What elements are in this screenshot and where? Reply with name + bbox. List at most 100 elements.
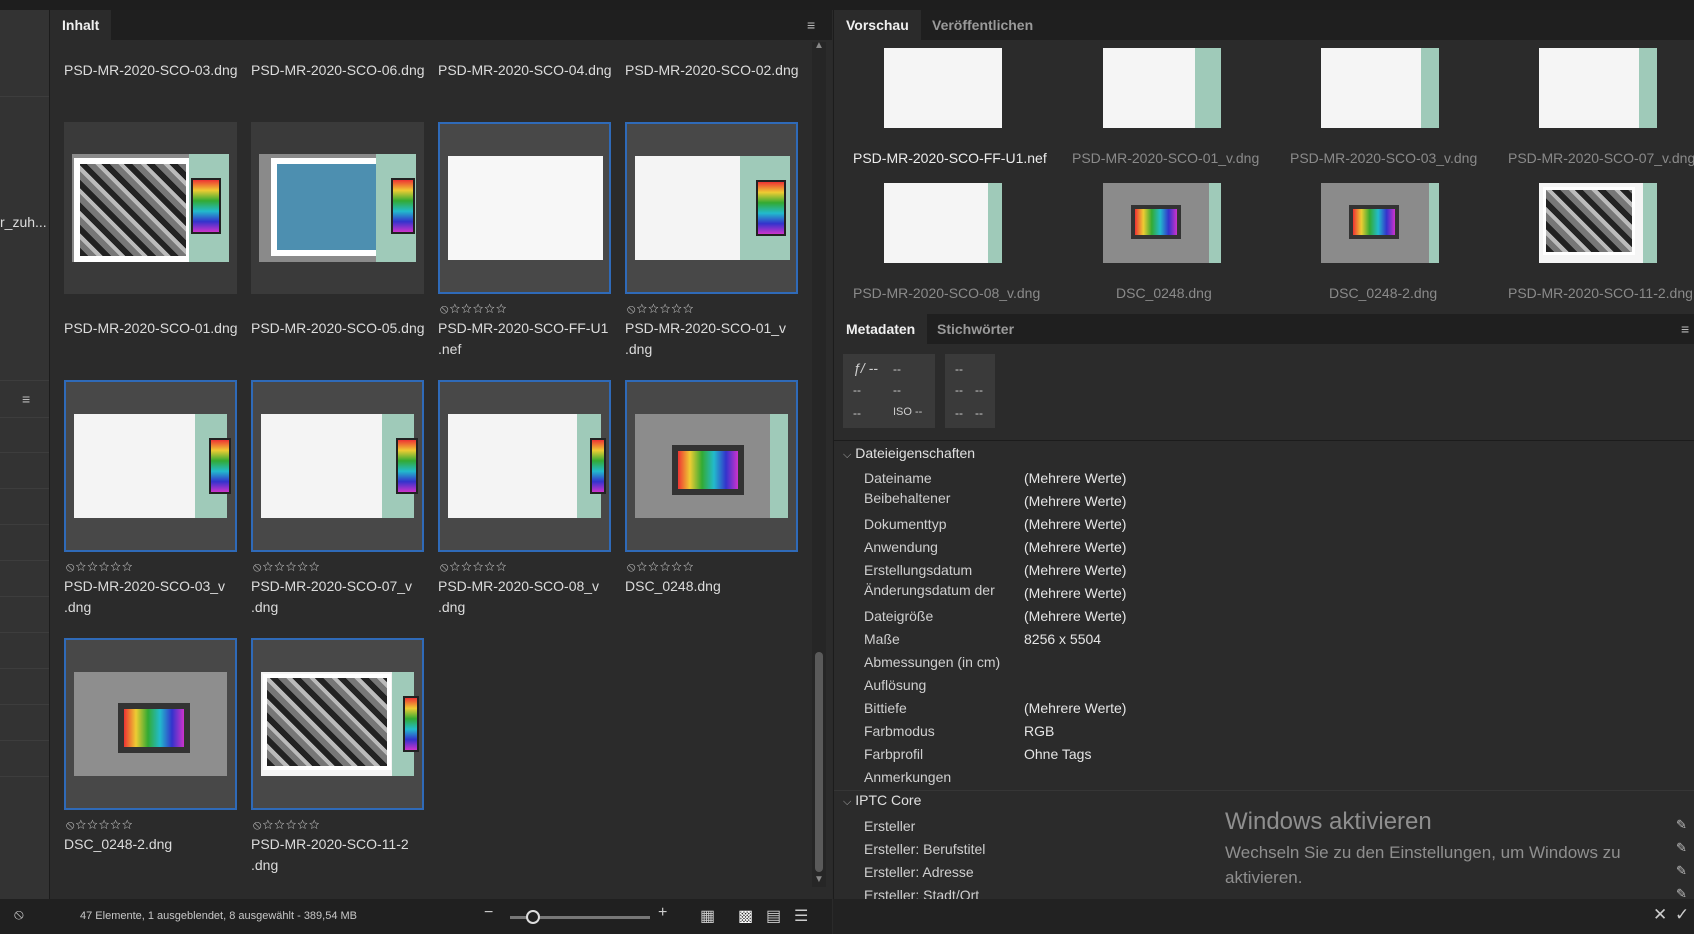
thumbnail-selected[interactable] [251, 638, 424, 810]
tab-metadaten[interactable]: Metadaten [834, 314, 928, 344]
section-title: IPTC Core [855, 792, 922, 808]
details-view-icon[interactable]: ▤ [766, 906, 781, 926]
file-label-ext[interactable]: .nef [438, 339, 461, 360]
pencil-icon[interactable]: ✎ [1676, 840, 1687, 856]
exif-value: -- [955, 406, 963, 420]
windows-activation-text: Wechseln Sie zu den Einstellungen, um Wi… [1225, 843, 1621, 887]
file-label[interactable]: PSD-MR-2020-SCO-02.dng [625, 60, 799, 81]
meta-value[interactable]: (Mehrere Werte) [1024, 539, 1126, 555]
content-panel-menu-icon[interactable]: ≡ [807, 17, 815, 33]
file-label-ext[interactable]: .dng [251, 855, 278, 876]
file-label[interactable]: PSD-MR-2020-SCO-03_v [64, 576, 225, 597]
left-folder-label[interactable]: r_zuh... [0, 214, 47, 230]
preview-thumb[interactable] [884, 48, 1002, 128]
meta-value[interactable]: (Mehrere Werte) [1024, 585, 1126, 601]
thumbnail-selected[interactable] [64, 638, 237, 810]
left-panel-menu-icon[interactable]: ≡ [22, 391, 30, 407]
preview-thumb[interactable] [1321, 183, 1439, 263]
thumbnail-selected[interactable] [438, 122, 611, 294]
preview-label: PSD-MR-2020-SCO-01_v.dng [1072, 150, 1260, 166]
file-label[interactable]: PSD-MR-2020-SCO-05.dng [251, 318, 425, 339]
meta-key: Beibehaltener [864, 490, 951, 506]
rating-stars[interactable]: ⦸☆☆☆☆☆ [440, 301, 508, 317]
file-label[interactable]: PSD-MR-2020-SCO-03.dng [64, 60, 238, 81]
list-view-icon[interactable]: ☰ [794, 906, 808, 926]
slider-knob[interactable] [526, 910, 540, 924]
file-label-ext[interactable]: .dng [625, 339, 652, 360]
meta-value[interactable]: Ohne Tags [1024, 746, 1091, 762]
zoom-in-icon[interactable]: + [658, 904, 667, 922]
file-label-ext[interactable]: .dng [251, 597, 278, 618]
file-label[interactable]: DSC_0248-2.dng [64, 834, 172, 855]
rating-stars[interactable]: ⦸☆☆☆☆☆ [627, 559, 695, 575]
exif-value: -- [955, 362, 963, 376]
preview-thumb[interactable] [1103, 183, 1221, 263]
rating-stars[interactable]: ⦸☆☆☆☆☆ [66, 817, 134, 833]
no-filter-icon[interactable]: ⦸ [14, 906, 24, 923]
thumbnail-color-photo[interactable] [251, 122, 424, 294]
apply-check-icon[interactable]: ✓ [1675, 905, 1689, 925]
thumbnail-selected[interactable] [251, 380, 424, 552]
zoom-out-icon[interactable]: − [484, 904, 493, 922]
cancel-icon[interactable]: ✕ [1653, 905, 1667, 925]
scroll-down-icon[interactable]: ▼ [814, 874, 824, 885]
meta-value[interactable]: 8256 x 5504 [1024, 631, 1101, 647]
file-label[interactable]: PSD-MR-2020-SCO-08_v [438, 576, 599, 597]
section-iptc-core[interactable]: ⌵ IPTC Core [843, 792, 921, 809]
file-label[interactable]: PSD-MR-2020-SCO-07_v [251, 576, 412, 597]
preview-thumb[interactable] [1103, 48, 1221, 128]
preview-thumb[interactable] [1539, 183, 1657, 263]
thumbnail-selected[interactable] [438, 380, 611, 552]
thumbnail-selected[interactable] [64, 380, 237, 552]
tab-inhalt[interactable]: Inhalt [50, 10, 112, 40]
grid-lock-icon[interactable]: ▦ [700, 906, 715, 926]
preview-thumb[interactable] [884, 183, 1002, 263]
file-label[interactable]: PSD-MR-2020-SCO-04.dng [438, 60, 612, 81]
tab-vorschau[interactable]: Vorschau [834, 10, 921, 40]
file-label-ext[interactable]: .dng [438, 597, 465, 618]
rating-stars[interactable]: ⦸☆☆☆☆☆ [440, 559, 508, 575]
preview-thumb[interactable] [1321, 48, 1439, 128]
meta-value[interactable]: RGB [1024, 723, 1054, 739]
exif-value: -- [853, 383, 861, 397]
thumbnail-selected[interactable] [625, 122, 798, 294]
meta-value[interactable]: (Mehrere Werte) [1024, 493, 1126, 509]
file-label[interactable]: PSD-MR-2020-SCO-11-2 [251, 834, 409, 855]
tab-veroeffentlichen[interactable]: Veröffentlichen [920, 10, 1045, 40]
file-label[interactable]: PSD-MR-2020-SCO-FF-U1 [438, 318, 608, 339]
pencil-icon[interactable]: ✎ [1676, 817, 1687, 833]
meta-value[interactable]: (Mehrere Werte) [1024, 470, 1126, 486]
scrollbar-thumb[interactable] [815, 652, 823, 872]
scroll-up-icon[interactable]: ▲ [814, 40, 824, 51]
thumbnail-selected[interactable] [625, 380, 798, 552]
section-dateieigenschaften[interactable]: ⌵ Dateieigenschaften [843, 445, 975, 462]
rating-stars[interactable]: ⦸☆☆☆☆☆ [627, 301, 695, 317]
left-divider [0, 668, 49, 669]
rating-stars[interactable]: ⦸☆☆☆☆☆ [66, 559, 134, 575]
content-scrollbar[interactable]: ▲ ▼ [812, 40, 826, 887]
meta-value[interactable]: (Mehrere Werte) [1024, 516, 1126, 532]
pencil-icon[interactable]: ✎ [1676, 863, 1687, 879]
exif-info-box: -- -- -- -- -- [945, 354, 995, 428]
meta-key: Dateigröße [864, 608, 934, 624]
meta-value[interactable]: (Mehrere Werte) [1024, 700, 1126, 716]
file-label[interactable]: PSD-MR-2020-SCO-06.dng [251, 60, 425, 81]
preview-thumb[interactable] [1539, 48, 1657, 128]
thumbnail-bw-photo[interactable] [64, 122, 237, 294]
tab-stichwoerter[interactable]: Stichwörter [925, 314, 1026, 344]
file-label[interactable]: PSD-MR-2020-SCO-01_v [625, 318, 786, 339]
meta-value[interactable]: (Mehrere Werte) [1024, 608, 1126, 624]
meta-key: Maße [864, 631, 900, 647]
file-label-ext[interactable]: .dng [64, 597, 91, 618]
metadata-bottom-bar: ✕ ✓ [833, 899, 1694, 934]
rating-stars[interactable]: ⦸☆☆☆☆☆ [253, 817, 321, 833]
file-label[interactable]: PSD-MR-2020-SCO-01.dng [64, 318, 238, 339]
meta-value[interactable]: (Mehrere Werte) [1024, 562, 1126, 578]
thumbnail-view-icon[interactable]: ▩ [738, 906, 753, 926]
section-title: Dateieigenschaften [855, 445, 976, 461]
meta-key: Abmessungen (in cm) [864, 654, 1001, 670]
file-label[interactable]: DSC_0248.dng [625, 576, 721, 597]
rating-stars[interactable]: ⦸☆☆☆☆☆ [253, 559, 321, 575]
preview-label: PSD-MR-2020-SCO-03_v.dng [1290, 150, 1478, 166]
metadata-panel-menu-icon[interactable]: ≡ [1681, 321, 1689, 337]
